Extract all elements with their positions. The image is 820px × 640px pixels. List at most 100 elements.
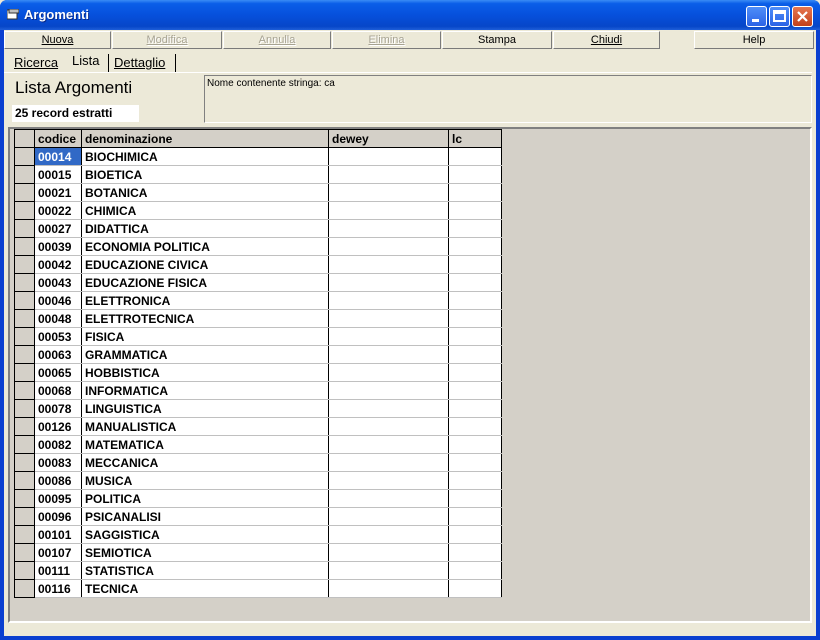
row-selector[interactable]	[14, 471, 35, 490]
table-row[interactable]: 00046 ELETTRONICA	[14, 291, 502, 310]
cell-dewey[interactable]	[328, 435, 449, 454]
cell-denominazione[interactable]: MATEMATICA	[81, 435, 329, 454]
cell-codice[interactable]: 00048	[34, 309, 82, 328]
table-row[interactable]: 00126 MANUALISTICA	[14, 417, 502, 436]
tab-ricerca[interactable]: Ricerca	[10, 54, 62, 72]
table-row[interactable]: 00043 EDUCAZIONE FISICA	[14, 273, 502, 292]
cell-denominazione[interactable]: CHIMICA	[81, 201, 329, 220]
cell-lc[interactable]	[448, 525, 502, 544]
cell-dewey[interactable]	[328, 237, 449, 256]
row-selector[interactable]	[14, 399, 35, 418]
table-row[interactable]: 00101 SAGGISTICA	[14, 525, 502, 544]
table-row[interactable]: 00065 HOBBISTICA	[14, 363, 502, 382]
cell-dewey[interactable]	[328, 309, 449, 328]
cell-codice[interactable]: 00022	[34, 201, 82, 220]
close-button[interactable]	[792, 6, 813, 27]
cell-dewey[interactable]	[328, 147, 449, 166]
table-row[interactable]: 00068 INFORMATICA	[14, 381, 502, 400]
minimize-button[interactable]	[746, 6, 767, 27]
cell-denominazione[interactable]: FISICA	[81, 327, 329, 346]
row-selector[interactable]	[14, 219, 35, 238]
cell-denominazione[interactable]: TECNICA	[81, 579, 329, 598]
cell-dewey[interactable]	[328, 579, 449, 598]
cell-dewey[interactable]	[328, 345, 449, 364]
cell-codice[interactable]: 00046	[34, 291, 82, 310]
cell-lc[interactable]	[448, 345, 502, 364]
chiudi-button[interactable]: Chiudi	[553, 31, 660, 49]
row-selector[interactable]	[14, 489, 35, 508]
cell-denominazione[interactable]: SEMIOTICA	[81, 543, 329, 562]
cell-lc[interactable]	[448, 291, 502, 310]
cell-denominazione[interactable]: EDUCAZIONE FISICA	[81, 273, 329, 292]
cell-denominazione[interactable]: HOBBISTICA	[81, 363, 329, 382]
cell-dewey[interactable]	[328, 219, 449, 238]
cell-codice[interactable]: 00068	[34, 381, 82, 400]
row-selector[interactable]	[14, 183, 35, 202]
cell-dewey[interactable]	[328, 273, 449, 292]
cell-dewey[interactable]	[328, 507, 449, 526]
tab-lista[interactable]: Lista	[68, 52, 104, 72]
row-selector-header[interactable]	[14, 129, 35, 148]
cell-denominazione[interactable]: MUSICA	[81, 471, 329, 490]
row-selector[interactable]	[14, 381, 35, 400]
nuova-button[interactable]: Nuova	[4, 31, 111, 49]
cell-codice[interactable]: 00082	[34, 435, 82, 454]
cell-lc[interactable]	[448, 201, 502, 220]
row-selector[interactable]	[14, 201, 35, 220]
cell-codice[interactable]: 00095	[34, 489, 82, 508]
cell-lc[interactable]	[448, 255, 502, 274]
cell-dewey[interactable]	[328, 255, 449, 274]
cell-dewey[interactable]	[328, 183, 449, 202]
row-selector[interactable]	[14, 453, 35, 472]
cell-dewey[interactable]	[328, 165, 449, 184]
cell-lc[interactable]	[448, 489, 502, 508]
modifica-button[interactable]: Modifica	[112, 31, 222, 49]
row-selector[interactable]	[14, 435, 35, 454]
table-row[interactable]: 00095 POLITICA	[14, 489, 502, 508]
table-row[interactable]: 00015 BIOETICA	[14, 165, 502, 184]
stampa-button[interactable]: Stampa	[442, 31, 552, 49]
table-row[interactable]: 00111 STATISTICA	[14, 561, 502, 580]
cell-lc[interactable]	[448, 471, 502, 490]
row-selector[interactable]	[14, 255, 35, 274]
table-row[interactable]: 00027 DIDATTICA	[14, 219, 502, 238]
table-row[interactable]: 00014 BIOCHIMICA	[14, 147, 502, 166]
cell-lc[interactable]	[448, 507, 502, 526]
help-button[interactable]: Help	[694, 31, 814, 49]
cell-denominazione[interactable]: BIOCHIMICA	[81, 147, 329, 166]
row-selector[interactable]	[14, 507, 35, 526]
cell-codice[interactable]: 00014	[34, 147, 82, 166]
cell-codice[interactable]: 00126	[34, 417, 82, 436]
results-grid-area[interactable]: codice denominazione dewey lc 00014 BIOCH…	[8, 127, 812, 623]
cell-codice[interactable]: 00083	[34, 453, 82, 472]
column-header-dewey[interactable]: dewey	[328, 129, 449, 148]
table-row[interactable]: 00116 TECNICA	[14, 579, 502, 598]
column-header-lc[interactable]: lc	[448, 129, 502, 148]
table-row[interactable]: 00053 FISICA	[14, 327, 502, 346]
cell-lc[interactable]	[448, 219, 502, 238]
cell-lc[interactable]	[448, 561, 502, 580]
cell-dewey[interactable]	[328, 543, 449, 562]
cell-denominazione[interactable]: ECONOMIA POLITICA	[81, 237, 329, 256]
cell-dewey[interactable]	[328, 525, 449, 544]
table-row[interactable]: 00107 SEMIOTICA	[14, 543, 502, 562]
cell-denominazione[interactable]: ELETTROTECNICA	[81, 309, 329, 328]
cell-codice[interactable]: 00027	[34, 219, 82, 238]
cell-dewey[interactable]	[328, 489, 449, 508]
cell-denominazione[interactable]: STATISTICA	[81, 561, 329, 580]
cell-denominazione[interactable]: BIOETICA	[81, 165, 329, 184]
row-selector[interactable]	[14, 417, 35, 436]
cell-dewey[interactable]	[328, 453, 449, 472]
cell-dewey[interactable]	[328, 381, 449, 400]
cell-lc[interactable]	[448, 147, 502, 166]
row-selector[interactable]	[14, 309, 35, 328]
cell-codice[interactable]: 00021	[34, 183, 82, 202]
title-bar[interactable]: Argomenti	[0, 0, 820, 30]
table-row[interactable]: 00042 EDUCAZIONE CIVICA	[14, 255, 502, 274]
cell-lc[interactable]	[448, 381, 502, 400]
table-row[interactable]: 00096 PSICANALISI	[14, 507, 502, 526]
row-selector[interactable]	[14, 525, 35, 544]
cell-codice[interactable]: 00042	[34, 255, 82, 274]
table-row[interactable]: 00063 GRAMMATICA	[14, 345, 502, 364]
table-row[interactable]: 00039 ECONOMIA POLITICA	[14, 237, 502, 256]
